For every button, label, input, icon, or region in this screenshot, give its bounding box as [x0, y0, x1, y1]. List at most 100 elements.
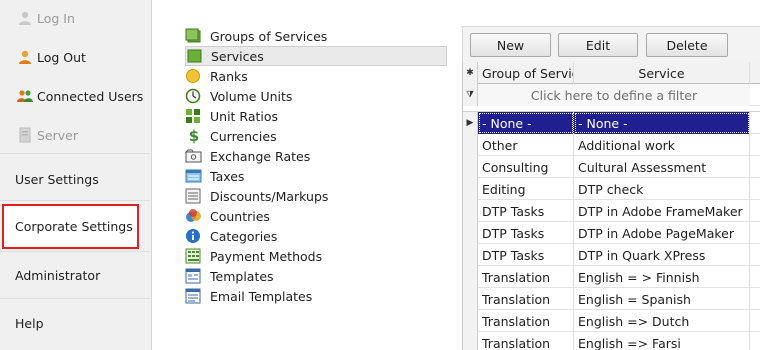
unit-ratios-icon	[185, 108, 203, 124]
filter-prompt[interactable]: Click here to define a filter	[478, 84, 750, 106]
cell-service[interactable]: - None -	[574, 112, 750, 134]
new-button-label: New	[496, 37, 525, 53]
exchange-rates-icon	[184, 148, 203, 164]
nav-connected-users-label: Connected Users	[37, 88, 144, 104]
nav-server-label: Server	[37, 127, 78, 143]
nav-user-settings[interactable]: User Settings	[0, 164, 152, 194]
nav-administrator[interactable]: Administrator	[0, 260, 152, 290]
cell-service[interactable]: DTP in Adobe FrameMaker	[574, 200, 750, 222]
nav-log-in[interactable]: Log In	[0, 3, 152, 33]
new-button[interactable]: New	[470, 33, 551, 57]
cell-service[interactable]: Cultural Assessment	[574, 156, 750, 178]
delete-button[interactable]: Delete	[646, 33, 728, 57]
cell-service[interactable]: English => Dutch	[574, 310, 750, 332]
nav-log-out-label: Log Out	[37, 49, 86, 65]
tree-item-ranks[interactable]: Ranks	[185, 66, 447, 86]
column-header-group[interactable]: Group of Servic	[478, 62, 574, 84]
cell-group[interactable]: Translation	[478, 310, 574, 332]
settings-category-list: Groups of Services Services Ranks Volume…	[184, 26, 447, 306]
table-row[interactable]: Editing DTP check	[463, 178, 760, 200]
cell-group[interactable]: Consulting	[478, 156, 574, 178]
tree-item-discounts-markups[interactable]: Discounts/Markups	[185, 186, 447, 206]
cell-service[interactable]: English = Spanish	[574, 288, 750, 310]
nav-connected-users[interactable]: Connected Users	[0, 81, 152, 111]
nav-log-in-label: Log In	[37, 10, 75, 26]
table-row[interactable]: Translation English => Farsi	[463, 332, 760, 350]
tree-item-label: Ranks	[210, 68, 248, 84]
cell-group[interactable]: DTP Tasks	[478, 244, 574, 266]
nav-help-label: Help	[15, 315, 44, 331]
table-row[interactable]: Translation English = Spanish	[463, 288, 760, 310]
tree-item-countries[interactable]: Countries	[185, 206, 447, 226]
row-indicator	[463, 178, 478, 200]
column-header-service[interactable]: Service	[574, 62, 750, 84]
tree-item-label: Services	[211, 48, 264, 64]
ranks-icon	[185, 68, 203, 84]
cell-group[interactable]: Editing	[478, 178, 574, 200]
row-indicator	[463, 332, 478, 350]
new-row-indicator[interactable]: ✱	[463, 62, 478, 84]
row-indicator	[463, 134, 478, 156]
services-icon	[186, 48, 204, 64]
cell-group[interactable]: Translation	[478, 266, 574, 288]
grid-header-row: ✱ Group of Servic Service	[463, 62, 760, 84]
tree-item-taxes[interactable]: Taxes	[185, 166, 447, 186]
cell-service[interactable]: English => Farsi	[574, 332, 750, 350]
tree-item-templates[interactable]: Templates	[185, 266, 447, 286]
tree-item-volume-units[interactable]: Volume Units	[185, 86, 447, 106]
delete-button-label: Delete	[666, 37, 708, 53]
table-row[interactable]: Translation English => Dutch	[463, 310, 760, 332]
filter-row[interactable]: ⧩ Click here to define a filter	[463, 84, 760, 106]
table-row[interactable]: Other Additional work	[463, 134, 760, 156]
cell-group[interactable]: DTP Tasks	[478, 200, 574, 222]
nav-corporate-settings[interactable]: Corporate Settings	[2, 204, 139, 249]
row-indicator	[463, 156, 478, 178]
edit-button[interactable]: Edit	[558, 33, 638, 57]
cell-group[interactable]: Translation	[478, 332, 574, 350]
cell-group[interactable]: Other	[478, 134, 574, 156]
tree-item-unit-ratios[interactable]: Unit Ratios	[185, 106, 447, 126]
volume-units-icon	[185, 88, 203, 104]
tree-item-services[interactable]: Services	[185, 46, 447, 66]
tree-item-label: Exchange Rates	[210, 148, 311, 164]
cell-service[interactable]: DTP in Quark XPress	[574, 244, 750, 266]
templates-icon	[185, 268, 203, 284]
tree-item-label: Categories	[210, 228, 278, 244]
row-indicator	[463, 288, 478, 310]
info-icon	[185, 228, 203, 244]
filter-icon: ⧩	[463, 84, 478, 106]
table-row[interactable]: DTP Tasks DTP in Adobe FrameMaker	[463, 200, 760, 222]
cell-group[interactable]: Translation	[478, 288, 574, 310]
tree-item-exchange-rates[interactable]: Exchange Rates	[184, 146, 447, 166]
cell-service[interactable]: Additional work	[574, 134, 750, 156]
row-indicator	[463, 266, 478, 288]
tree-item-categories[interactable]: Categories	[185, 226, 447, 246]
cell-group[interactable]: - None -	[478, 112, 574, 134]
dollar-icon: $	[188, 127, 200, 145]
cell-group[interactable]: DTP Tasks	[478, 222, 574, 244]
nav-log-out[interactable]: Log Out	[0, 42, 152, 72]
nav-user-settings-label: User Settings	[15, 171, 99, 187]
tree-item-label: Email Templates	[210, 288, 313, 304]
user-icon	[17, 49, 33, 65]
cell-service[interactable]: DTP check	[574, 178, 750, 200]
tree-item-currencies[interactable]: $ Currencies	[185, 126, 447, 146]
table-row[interactable]: Translation English = > Finnish	[463, 266, 760, 288]
row-indicator	[463, 222, 478, 244]
table-row[interactable]: Consulting Cultural Assessment	[463, 156, 760, 178]
nav-server[interactable]: Server	[0, 120, 152, 150]
table-row[interactable]: DTP Tasks DTP in Adobe PageMaker	[463, 222, 760, 244]
tree-item-email-templates[interactable]: Email Templates	[185, 286, 447, 306]
cell-service[interactable]: English = > Finnish	[574, 266, 750, 288]
cell-service[interactable]: DTP in Adobe PageMaker	[574, 222, 750, 244]
nav-administrator-label: Administrator	[15, 267, 101, 283]
nav-help[interactable]: Help	[0, 308, 152, 338]
table-row[interactable]: ▶ - None - - None -	[463, 112, 760, 134]
nav-divider	[0, 200, 150, 201]
nav-divider	[0, 251, 150, 252]
table-row[interactable]: DTP Tasks DTP in Quark XPress	[463, 244, 760, 266]
countries-icon	[185, 208, 203, 224]
groups-of-services-icon	[185, 28, 203, 44]
tree-item-payment-methods[interactable]: Payment Methods	[185, 246, 447, 266]
tree-item-groups-of-services[interactable]: Groups of Services	[185, 26, 447, 46]
